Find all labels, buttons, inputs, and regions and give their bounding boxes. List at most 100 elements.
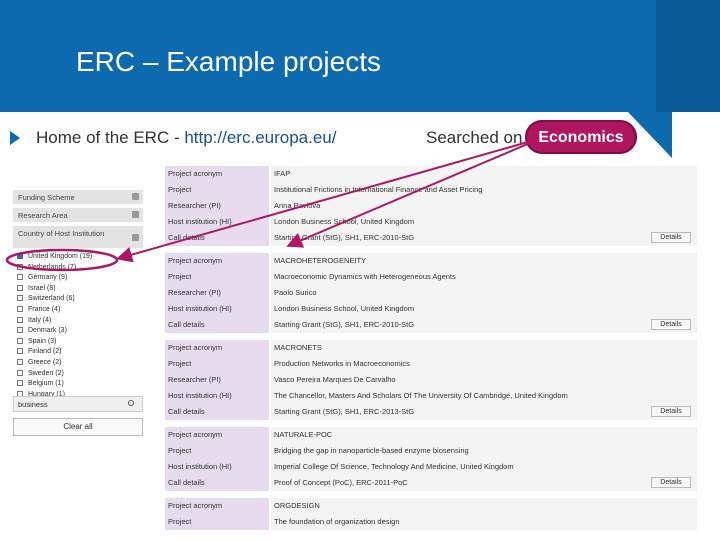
field-label-cell: Host institution (HI) (165, 459, 269, 475)
filter-funding-scheme[interactable]: Funding Scheme (13, 190, 143, 204)
field-label: Project acronym (168, 169, 223, 178)
field-value-cell: The foundation of organization design (271, 514, 697, 530)
search-term-highlight: Economics (525, 120, 637, 154)
country-filter-item[interactable]: Greece (2) (17, 358, 141, 369)
checkbox[interactable] (17, 369, 23, 376)
checkbox[interactable] (17, 327, 23, 334)
checkbox[interactable] (17, 348, 23, 355)
expand-icon[interactable] (132, 193, 139, 200)
project-field-row: Call details Starting Grant (StG), SH1, E… (165, 404, 697, 420)
country-filter-item[interactable]: France (4) (17, 305, 141, 316)
field-value-cell: Vasco Pereira Marques De Carvalho (271, 372, 697, 388)
slide-header: ERC – Example projects (0, 0, 720, 112)
checkbox[interactable] (17, 284, 23, 291)
field-label-cell: Call details (165, 317, 269, 333)
checkbox[interactable] (17, 337, 23, 344)
searched-label: Searched on (426, 128, 523, 147)
field-label: Host institution (HI) (168, 391, 232, 400)
field-label: Researcher (PI) (168, 288, 221, 297)
details-button[interactable]: Details (651, 477, 691, 488)
filter-research-area[interactable]: Research Area (13, 208, 143, 222)
filter-research-area-label: Research Area (18, 211, 68, 220)
country-filter-item[interactable]: Finland (2) (17, 347, 141, 358)
checkbox[interactable] (17, 295, 23, 302)
details-button[interactable]: Details (651, 406, 691, 417)
country-list: United Kingdom (19) Netherlands (7) German… (17, 252, 141, 400)
field-label-cell: Project acronym (165, 340, 269, 356)
field-label: Call details (168, 233, 205, 242)
country-filter-label: Sweden (2) (28, 369, 64, 377)
country-filter-item[interactable]: Italy (4) (17, 316, 141, 327)
project-field-row: Project The foundation of organization de… (165, 514, 697, 530)
country-filter-item[interactable]: Switzerland (6) (17, 294, 141, 305)
project-card: Project acronym MACRONETS Project Productio… (165, 340, 697, 420)
field-value-cell: Institutional Frictions in International… (271, 182, 697, 198)
checkbox[interactable] (17, 263, 23, 270)
country-filter-label: Italy (4) (28, 316, 52, 324)
project-card: Project acronym NATURALE-POC Project Bridgi… (165, 427, 697, 491)
field-label: Project (168, 272, 192, 281)
field-label: Call details (168, 320, 205, 329)
collapse-icon[interactable] (132, 234, 139, 241)
field-label-cell: Host institution (HI) (165, 388, 269, 404)
field-value: MACROHETEROGENEITY (274, 256, 367, 265)
country-filter-item[interactable]: Denmark (3) (17, 326, 141, 337)
field-label-cell: Host institution (HI) (165, 214, 269, 230)
country-filter-label: Belgium (1) (28, 380, 64, 388)
search-icon[interactable] (128, 400, 134, 406)
field-value: Paolo Surico (274, 288, 317, 297)
field-value: MACRONETS (274, 343, 322, 352)
slide-title: ERC – Example projects (76, 46, 382, 77)
details-button[interactable]: Details (651, 232, 691, 243)
checkbox[interactable] (17, 316, 23, 323)
field-label: Researcher (PI) (168, 201, 221, 210)
bullet-line: Home of the ERC - http://erc.europa.eu/ (36, 128, 336, 148)
field-value: London Business School, United Kingdom (274, 217, 415, 226)
clear-all-button[interactable]: Clear all (13, 418, 143, 436)
field-label: Project acronym (168, 501, 223, 510)
field-label-cell: Project acronym (165, 427, 269, 443)
filter-search-input[interactable]: business (13, 396, 143, 412)
checkbox[interactable] (17, 253, 23, 259)
country-filter-item[interactable]: Belgium (1) (17, 379, 141, 390)
project-field-row: Host institution (HI) London Business Sch… (165, 301, 697, 317)
field-label: Host institution (HI) (168, 462, 232, 471)
checkbox[interactable] (17, 358, 23, 365)
country-filter-item[interactable]: Spain (3) (17, 337, 141, 348)
field-value-cell: Paolo Surico (271, 285, 697, 301)
checkbox[interactable] (17, 380, 23, 387)
checkbox[interactable] (17, 274, 23, 281)
field-value-cell: Starting Grant (StG), SH1, ERC-2010-StG D… (271, 230, 697, 246)
field-value: Production Networks in Macroeconomics (274, 359, 410, 368)
country-filter-label: Israel (8) (28, 284, 56, 292)
country-filter-label: Switzerland (6) (28, 295, 75, 303)
country-filter-label: Denmark (3) (28, 327, 67, 335)
country-filter-label: Spain (3) (28, 337, 57, 345)
field-value: Bridging the gap in nanoparticle-based e… (274, 446, 469, 455)
filter-country[interactable]: Country of Host Institution (13, 226, 143, 248)
field-value: London Business School, United Kingdom (274, 304, 415, 313)
field-value-cell: Proof of Concept (PoC), ERC-2011-PoC Deta… (271, 475, 697, 491)
details-button[interactable]: Details (651, 319, 691, 330)
country-filter-label: United Kingdom (19) (28, 253, 93, 260)
country-filter-item[interactable]: Germany (9) (17, 273, 141, 284)
project-field-row: Project Bridging the gap in nanoparticle-… (165, 443, 697, 459)
field-label: Host institution (HI) (168, 217, 232, 226)
field-value: The Chancellor, Masters And Scholars Of … (274, 391, 568, 400)
field-value-cell: MACROHETEROGENEITY (271, 253, 697, 269)
bullet-arrow-icon (10, 131, 20, 145)
field-value: Macroeconomic Dynamics with Heterogeneou… (274, 272, 456, 281)
field-label: Call details (168, 478, 205, 487)
country-filter-item[interactable]: Israel (8) (17, 284, 141, 295)
checkbox[interactable] (17, 305, 23, 312)
project-field-row: Call details Proof of Concept (PoC), ERC-… (165, 475, 697, 491)
field-value: Starting Grant (StG), SH1, ERC-2010-StG (274, 320, 415, 329)
country-filter-item[interactable]: Sweden (2) (17, 369, 141, 380)
field-label: Project acronym (168, 430, 223, 439)
erc-link[interactable]: http://erc.europa.eu/ (184, 128, 336, 147)
project-field-row: Project acronym MACROHETEROGENEITY (165, 253, 697, 269)
bullet-prefix: Home of the ERC - (36, 128, 185, 147)
country-filter-item[interactable]: Netherlands (7) (17, 263, 141, 274)
expand-icon[interactable] (132, 211, 139, 218)
country-filter-item[interactable]: United Kingdom (19) (17, 252, 141, 263)
